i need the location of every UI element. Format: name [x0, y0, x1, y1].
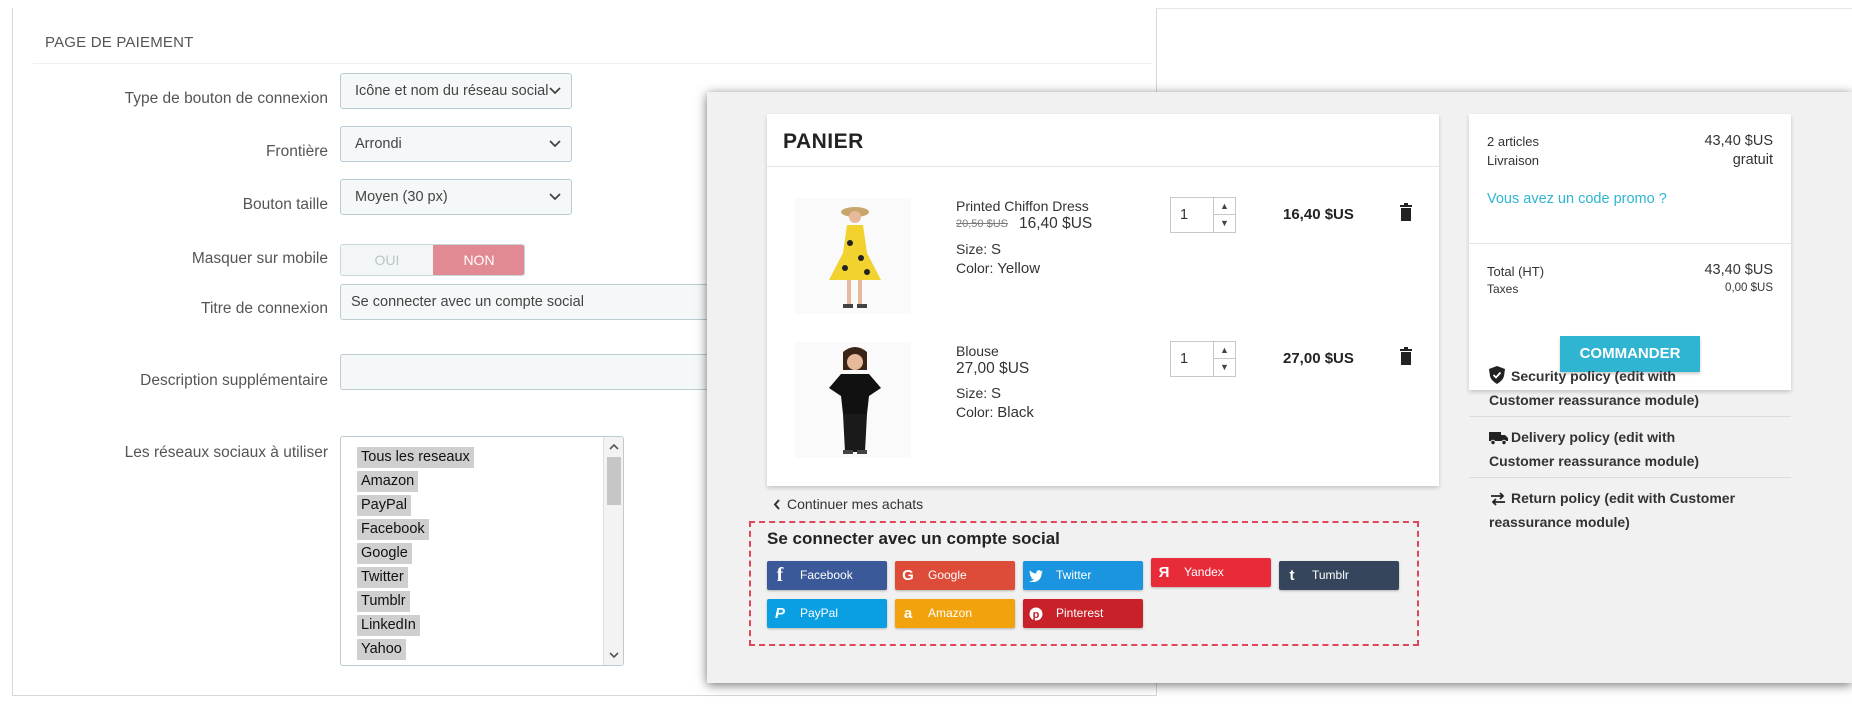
social-login-title: Se connecter avec un compte social: [767, 529, 1060, 548]
articles-row: 2 articles 43,40 $US: [1487, 133, 1773, 149]
increment-button[interactable]: ▲: [1214, 198, 1235, 215]
network-option[interactable]: Yahoo: [357, 639, 474, 663]
quantity-value[interactable]: 1: [1180, 207, 1188, 223]
delivery-policy-block: Delivery policy (edit with Customer reass…: [1489, 429, 1700, 469]
network-option[interactable]: Facebook: [357, 519, 474, 543]
switch-yes-option[interactable]: OUI: [341, 245, 433, 275]
divider: [1469, 477, 1791, 478]
social-login-block: Se connecter avec un compte social f Face…: [749, 521, 1419, 646]
product-size: Size: S: [956, 241, 1002, 258]
divider: [1469, 416, 1791, 417]
network-option[interactable]: Tous les reseaux: [357, 447, 474, 471]
chevron-down-icon: [549, 193, 561, 201]
product-price: 27,00 $US: [956, 360, 1030, 377]
quantity-stepper[interactable]: 1 ▲ ▼: [1170, 197, 1236, 233]
product-image-dress[interactable]: [795, 198, 911, 314]
network-option[interactable]: Google: [357, 543, 474, 567]
trash-icon[interactable]: [1399, 203, 1413, 221]
pinterest-icon: p: [1023, 599, 1049, 628]
checkout-preview: PANIER Printed Chiffon Dress 20,50 $US 1…: [707, 92, 1852, 683]
cart-title: PANIER: [783, 130, 864, 153]
network-option[interactable]: Amazon: [357, 471, 474, 495]
security-policy-block: Security policy (edit with Customer reass…: [1489, 366, 1700, 408]
decrement-button[interactable]: ▼: [1214, 215, 1235, 232]
tumblr-icon: t: [1289, 567, 1295, 584]
product-name[interactable]: Printed Chiffon Dress: [956, 198, 1089, 214]
facebook-login-button[interactable]: f Facebook: [767, 561, 887, 590]
chevron-down-icon: [549, 87, 561, 95]
svg-text:p: p: [1033, 609, 1040, 621]
shield-icon: [1489, 366, 1511, 390]
google-login-button[interactable]: G Google: [895, 561, 1015, 590]
scrollbar-thumb[interactable]: [607, 457, 621, 505]
trash-icon[interactable]: [1399, 347, 1413, 365]
scroll-up-icon[interactable]: [607, 440, 621, 454]
amazon-icon: a: [903, 605, 913, 622]
product-size: Size: S: [956, 385, 1002, 402]
button-size-select[interactable]: Moyen (30 px): [340, 179, 572, 215]
product-color: Color: Black: [956, 404, 1034, 421]
network-option[interactable]: Twitter: [357, 567, 474, 591]
paypal-icon: P: [774, 605, 785, 622]
continue-shopping-link[interactable]: Continuer mes achats: [773, 496, 923, 512]
listbox-scrollbar[interactable]: [603, 437, 623, 665]
hide-mobile-label: Masquer sur mobile: [191, 250, 328, 267]
cart-summary: 2 articles 43,40 $US Livraison gratuit Vou…: [1469, 114, 1791, 390]
button-type-select[interactable]: Icône et nom du réseau social: [340, 73, 572, 109]
dress-model-image: [829, 207, 881, 308]
button-size-label: Bouton taille: [242, 196, 328, 213]
twitter-icon: [1023, 561, 1049, 590]
product-name[interactable]: Blouse: [956, 343, 999, 359]
chevron-left-icon: [773, 499, 780, 510]
total-row: Total (HT) 43,40 $US: [1487, 262, 1773, 279]
blouse-model-image: [829, 347, 881, 454]
product-color: Color: Yellow: [956, 260, 1041, 277]
network-option[interactable]: Tumblr: [357, 591, 474, 615]
facebook-icon: f: [776, 564, 784, 586]
tumblr-login-button[interactable]: t Tumblr: [1279, 561, 1399, 590]
line-total: 16,40 $US: [1283, 206, 1354, 223]
cart-card: PANIER Printed Chiffon Dress 20,50 $US 1…: [767, 114, 1439, 486]
google-icon: G: [902, 567, 914, 584]
increment-button[interactable]: ▲: [1214, 342, 1235, 359]
tax-row: Taxes 0,00 $US: [1487, 282, 1773, 296]
quantity-value[interactable]: 1: [1180, 351, 1188, 367]
yandex-icon: Я: [1158, 564, 1170, 581]
panel-heading: PAGE DE PAIEMENT: [33, 24, 1153, 64]
quantity-stepper[interactable]: 1 ▲ ▼: [1170, 341, 1236, 377]
product-old-price: 20,50 $US: [956, 218, 1008, 230]
networks-multiselect[interactable]: Tous les reseaux Amazon PayPal Facebook Goog…: [340, 436, 624, 666]
return-policy-block: Return policy (edit with Customer reassur…: [1489, 490, 1736, 530]
network-option[interactable]: LinkedIn: [357, 615, 474, 639]
pinterest-login-button[interactable]: p Pinterest: [1023, 599, 1143, 628]
swap-arrows-icon: [1489, 491, 1511, 512]
network-option[interactable]: PayPal: [357, 495, 474, 519]
paypal-login-button[interactable]: P PayPal: [767, 599, 887, 628]
twitter-login-button[interactable]: Twitter: [1023, 561, 1143, 590]
networks-options: Tous les reseaux Amazon PayPal Facebook Goog…: [357, 447, 474, 663]
shipping-row: Livraison gratuit: [1487, 152, 1773, 168]
button-type-label: Type de bouton de connexion: [124, 90, 328, 107]
networks-label: Les réseaux sociaux à utiliser: [124, 444, 328, 461]
decrement-button[interactable]: ▼: [1214, 359, 1235, 376]
login-title-label: Titre de connexion: [201, 300, 328, 317]
promo-code-link[interactable]: Vous avez un code promo ?: [1487, 191, 1667, 207]
yandex-login-button[interactable]: Я Yandex: [1151, 558, 1271, 587]
extra-description-label: Description supplémentaire: [140, 372, 328, 389]
divider: [767, 166, 1439, 167]
hide-mobile-switch[interactable]: OUI NON: [340, 244, 525, 276]
border-select[interactable]: Arrondi: [340, 126, 572, 162]
product-price: 16,40 $US: [1019, 215, 1093, 232]
switch-no-option[interactable]: NON: [433, 245, 524, 275]
chevron-down-icon: [549, 140, 561, 148]
line-total: 27,00 $US: [1283, 350, 1354, 367]
product-image-blouse[interactable]: [795, 342, 911, 458]
divider: [1469, 243, 1791, 244]
border-label: Frontière: [265, 143, 328, 160]
scroll-down-icon[interactable]: [607, 648, 621, 662]
amazon-login-button[interactable]: a Amazon: [895, 599, 1015, 628]
truck-icon: [1489, 430, 1511, 451]
